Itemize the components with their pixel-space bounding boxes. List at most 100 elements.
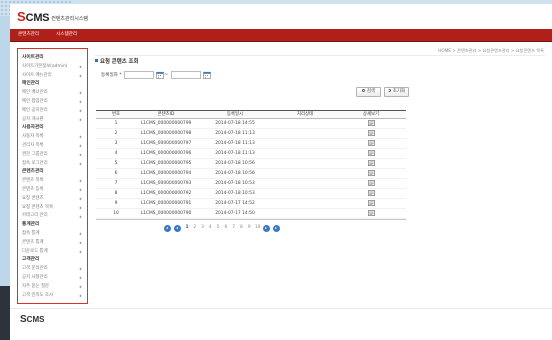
row-status (274, 129, 336, 138)
view-detail-icon[interactable] (367, 199, 375, 206)
chevron-right-icon (78, 144, 82, 149)
column-header-date[interactable]: 등록일시 (196, 111, 274, 118)
page-number-link[interactable]: 1 (185, 224, 189, 232)
sidebar-item[interactable]: 자주 묻는 질문 (22, 283, 84, 292)
page-number-link[interactable]: 7 (231, 224, 235, 232)
view-detail-icon[interactable] (367, 189, 375, 196)
chevron-right-icon (78, 179, 82, 184)
page-number-link[interactable]: 4 (208, 224, 212, 232)
view-detail-icon[interactable] (367, 119, 375, 126)
sidebar-section-header[interactable]: 고객관리 (22, 256, 84, 265)
sidebar-item[interactable]: 카테고리 관리 (22, 212, 84, 221)
view-detail-icon[interactable] (367, 149, 375, 156)
prev-page-icon[interactable] (174, 224, 182, 232)
row-date: 2014-07-18 11:13 (215, 151, 255, 156)
sidebar-item[interactable]: 콘텐츠 등록 (22, 186, 84, 195)
sidebar-section-header[interactable]: 콘텐츠관리 (22, 168, 84, 177)
row-date: 2014-07-18 11:13 (215, 131, 255, 136)
sidebar-item[interactable]: 요청 콘텐츠 목록 (22, 204, 84, 213)
row-number: 5 (114, 161, 118, 166)
view-detail-icon[interactable] (367, 209, 375, 216)
chevron-right-icon (78, 118, 82, 122)
pagination: 1 2 3 4 5 6 7 8 9 10 (164, 224, 280, 232)
table-row: 3 L1CMS_000000000797 2014-07-18 11:13 (96, 139, 406, 149)
page-number-link[interactable]: 6 (224, 224, 228, 232)
view-detail-icon[interactable] (367, 139, 375, 146)
sidebar-item-label: 사이트기본정보(admin) (22, 63, 68, 69)
first-page-icon[interactable] (164, 224, 171, 232)
row-status (274, 149, 336, 158)
sidebar-item[interactable]: 메인 공지관리 (22, 107, 84, 116)
sidebar-item[interactable]: 콘텐츠 통계 (22, 239, 84, 248)
sidebar-item[interactable]: 고객 문의관리 (22, 265, 84, 274)
sidebar-item-label: 콘텐츠관리 (22, 169, 44, 175)
view-detail-icon[interactable] (367, 169, 375, 176)
sidebar-item[interactable]: 접속 통계 (22, 230, 84, 239)
sidebar-section-header[interactable]: 통계관리 (22, 221, 84, 230)
view-detail-icon[interactable] (367, 129, 375, 136)
sidebar-item[interactable]: 사용자 목록 (22, 133, 84, 142)
sidebar-item[interactable]: 콘텐츠 목록 (22, 177, 84, 186)
calendar-icon[interactable] (156, 71, 164, 79)
page-number-link[interactable]: 10 (255, 224, 261, 232)
sidebar-item[interactable]: 메인 팝업관리 (22, 98, 84, 107)
row-detail-cell (336, 179, 406, 188)
nav-item-system[interactable]: 시스템관리 (56, 29, 77, 41)
chevron-right-icon (78, 162, 82, 166)
sidebar-item-label: 권한 그룹관리 (22, 151, 48, 157)
sidebar-item[interactable]: 접속 로그관리 (22, 160, 84, 169)
row-content-id: L1CMS_000000000798 (140, 131, 192, 136)
sidebar-item-label: 콘텐츠 등록 (22, 186, 44, 192)
table-body: 1 L1CMS_000000000799 2014-07-18 14:55 2 L1CM… (96, 119, 406, 219)
column-header-content-id[interactable]: 콘텐츠ID (136, 111, 196, 118)
page-number-link[interactable]: 2 (193, 224, 197, 232)
calendar-icon[interactable] (203, 71, 211, 79)
row-status (274, 159, 336, 168)
page-number-link[interactable]: 8 (239, 224, 243, 232)
breadcrumb: HOME > 콘텐츠관리 > 요청콘텐츠관리 > 요청콘텐츠 목록 (438, 48, 544, 53)
sidebar-item[interactable]: 고객 만족도 조사 (22, 292, 84, 301)
app-logo[interactable]: SCMS 컨텐츠관리시스템 (17, 9, 88, 26)
sidebar-item-label: 콘텐츠 목록 (22, 178, 44, 184)
nav-item-content[interactable]: 콘텐츠관리 (18, 29, 39, 41)
sidebar-section-header[interactable]: 사용자관리 (22, 124, 84, 133)
view-detail-icon[interactable] (367, 179, 375, 186)
sidebar-item[interactable]: 사이트기본정보(admin) (22, 63, 84, 72)
divider (95, 55, 545, 56)
sidebar-section-header[interactable]: 사이트관리 (22, 54, 84, 63)
date-range-separator: ~ (164, 72, 169, 78)
sidebar-item[interactable]: 사이트 메뉴관리 (22, 72, 84, 81)
chevron-right-icon (78, 109, 82, 113)
column-header-detail[interactable]: 상세보기 (336, 111, 406, 118)
sidebar-item[interactable]: 다운로드 통계 (22, 248, 84, 257)
reset-button[interactable]: 초기화 (384, 87, 409, 97)
column-header-no[interactable]: 번호 (96, 111, 136, 118)
row-detail-cell (336, 149, 406, 158)
search-button[interactable]: 검색 (356, 87, 381, 97)
sidebar-item-label: 사이트관리 (22, 55, 44, 60)
chevron-right-icon (78, 285, 82, 289)
sidebar-item-label: 통계관리 (22, 222, 40, 228)
sidebar-item[interactable]: 요청 콘텐츠 (22, 195, 84, 204)
sidebar-item[interactable]: 메인 배너관리 (22, 89, 84, 98)
sidebar-item-label: 자주 묻는 질문 (22, 283, 50, 289)
end-date-input[interactable] (171, 71, 201, 79)
sidebar-item-label: 다운로드 통계 (22, 248, 48, 254)
sidebar-item-label: 접속 로그관리 (22, 160, 48, 166)
sidebar-item[interactable]: 관리자 목록 (22, 142, 84, 151)
page-number-link[interactable]: 3 (200, 224, 204, 232)
sidebar-item[interactable]: 권한 그룹관리 (22, 151, 84, 160)
sidebar-item[interactable]: 공지 게시판 (22, 116, 84, 125)
start-date-input[interactable] (124, 71, 154, 79)
page-title-text: 요청 콘텐츠 조회 (100, 59, 139, 65)
view-detail-icon[interactable] (367, 159, 375, 166)
row-date: 2014-07-17 14:52 (215, 201, 255, 206)
sidebar-section-header[interactable]: 메인관리 (22, 80, 84, 89)
sidebar-item[interactable]: 공지 사항관리 (22, 274, 84, 283)
page-number-link[interactable]: 5 (216, 224, 220, 232)
last-page-icon[interactable] (272, 224, 280, 232)
next-page-icon[interactable] (262, 224, 270, 232)
column-header-status[interactable]: 처리상태 (274, 111, 336, 118)
row-date: 2014-07-17 14:50 (215, 211, 255, 216)
page-number-link[interactable]: 9 (247, 224, 251, 232)
